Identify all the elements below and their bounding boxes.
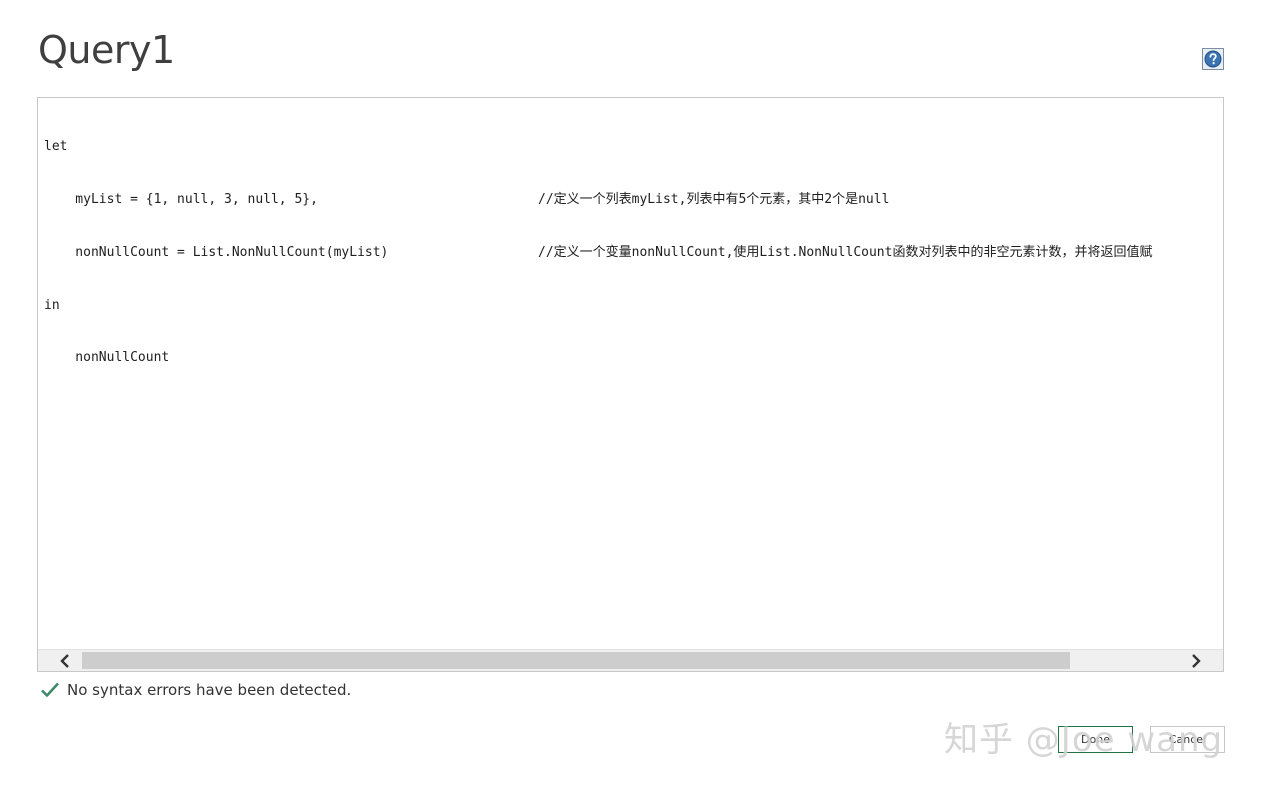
code-text: let (44, 139, 68, 155)
done-button[interactable]: Done (1058, 726, 1133, 753)
cancel-button[interactable]: Cancel (1150, 726, 1225, 753)
checkmark-icon (41, 682, 59, 697)
code-text: nonNullCount (44, 350, 170, 366)
code-area[interactable]: let myList = {1, null, 3, null, 5}, //定义… (44, 103, 1223, 651)
syntax-status: No syntax errors have been detected. (40, 680, 351, 700)
code-line: myList = {1, null, 3, null, 5}, //定义一个列表… (44, 191, 1223, 209)
status-message: No syntax errors have been detected. (67, 681, 352, 699)
scroll-right-button[interactable] (1181, 650, 1211, 671)
code-text: in (44, 297, 60, 313)
code-comment: //定义一个列表myList,列表中有5个元素，其中2个是null (538, 191, 890, 207)
code-text: myList = {1, null, 3, null, 5}, (44, 191, 318, 207)
advanced-editor-dialog: Query1 let myList = {1, null, 3, null, 5… (0, 0, 1262, 791)
chevron-left-icon (60, 653, 69, 668)
help-icon (1204, 50, 1222, 68)
chevron-right-icon (1192, 653, 1201, 668)
dialog-title: Query1 (38, 28, 175, 72)
code-comment: //定义一个变量nonNullCount,使用List.NonNullCount… (538, 244, 1153, 260)
code-line: nonNullCount (44, 349, 1223, 367)
code-line: let (44, 138, 1223, 156)
code-line: nonNullCount = List.NonNullCount(myList)… (44, 244, 1223, 262)
scrollbar-thumb[interactable] (82, 652, 1070, 669)
scroll-left-button[interactable] (50, 650, 80, 671)
code-line: in (44, 297, 1223, 315)
code-editor[interactable]: let myList = {1, null, 3, null, 5}, //定义… (37, 97, 1224, 672)
help-button[interactable] (1202, 48, 1224, 70)
horizontal-scrollbar[interactable] (38, 649, 1223, 671)
code-text: nonNullCount = List.NonNullCount(myList) (44, 244, 389, 260)
